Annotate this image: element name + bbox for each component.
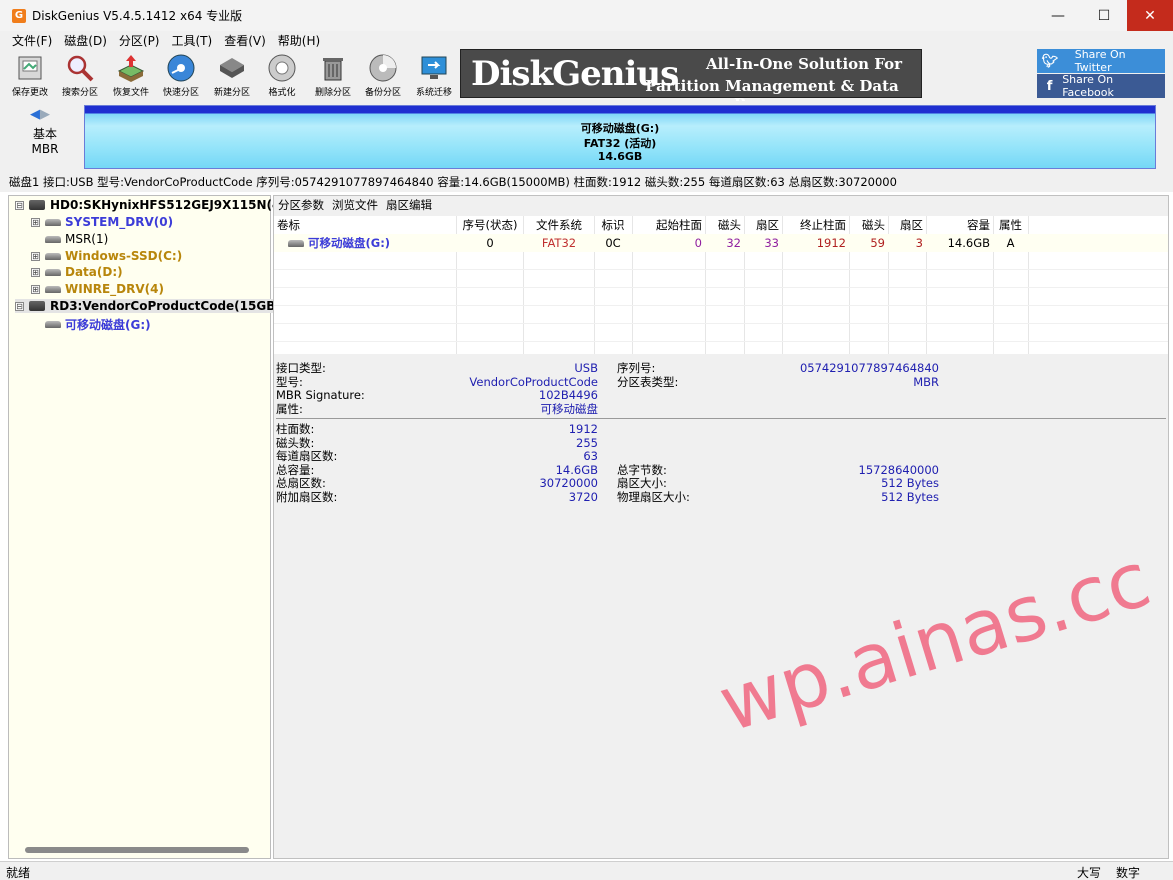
- menu-view[interactable]: 查看(V): [218, 32, 272, 49]
- collapse-icon[interactable]: ⊟: [15, 301, 24, 311]
- partition-icon: [45, 268, 61, 276]
- maximize-button[interactable]: ☐: [1081, 0, 1127, 31]
- col-capacity[interactable]: 容量: [928, 216, 990, 234]
- delete-partition-button[interactable]: 删除分区: [308, 49, 358, 99]
- recover-icon: [117, 55, 145, 82]
- migrate-icon: [421, 56, 447, 79]
- col-start-cyl[interactable]: 起始柱面: [634, 216, 702, 234]
- table-header-row: 卷标 序号(状态) 文件系统 标识 起始柱面 磁头 扇区 终止柱面 磁头 扇区 …: [274, 216, 1168, 234]
- search-partition-button[interactable]: 搜索分区: [55, 49, 105, 99]
- col-id[interactable]: 标识: [596, 216, 630, 234]
- window-title: DiskGenius V5.4.5.1412 x64 专业版: [32, 9, 243, 23]
- save-changes-button[interactable]: 保存更改: [5, 49, 55, 99]
- title-bar: G DiskGenius V5.4.5.1412 x64 专业版 — ☐ ✕: [0, 0, 1173, 31]
- menu-help[interactable]: 帮助(H): [272, 32, 326, 49]
- share-twitter-button[interactable]: 🐦︎ Share On Twitter: [1037, 48, 1165, 74]
- partition-icon: [45, 285, 61, 293]
- col-volume-label[interactable]: 卷标: [277, 216, 300, 234]
- menu-disk[interactable]: 磁盘(D): [58, 32, 113, 49]
- tree-item-windows-ssd[interactable]: ⊞ Windows-SSD(C:): [31, 249, 182, 263]
- col-end-cyl[interactable]: 终止柱面: [784, 216, 846, 234]
- format-button[interactable]: 格式化: [257, 49, 307, 99]
- col-end-sector[interactable]: 扇区: [890, 216, 923, 234]
- expand-icon[interactable]: ⊞: [31, 267, 40, 277]
- tree-horizontal-scrollbar[interactable]: [25, 847, 249, 853]
- backup-icon: [369, 54, 397, 82]
- partition-block-name: 可移动磁盘(G:): [580, 122, 660, 135]
- new-partition-icon: [220, 58, 244, 78]
- tree-item-winre-drv[interactable]: ⊞ WINRE_DRV(4): [31, 282, 164, 296]
- format-icon: [268, 54, 296, 82]
- system-migration-button[interactable]: 系统迁移: [409, 49, 459, 99]
- partition-block-g[interactable]: 可移动磁盘(G:) FAT32 (活动) 14.6GB: [84, 105, 1156, 169]
- tab-browse-files[interactable]: 浏览文件: [332, 197, 378, 213]
- toolbar: 保存更改 搜索分区 恢复文件 快速分区 新建分区 格式化 删除分区 备份分区 系…: [0, 48, 1173, 113]
- share-twitter-label: Share On Twitter: [1074, 48, 1126, 74]
- tree-item-rd3[interactable]: ⊟ RD3:VendorCoProductCode(15GB): [15, 299, 281, 313]
- col-index[interactable]: 序号(状态): [460, 216, 520, 234]
- col-end-head[interactable]: 磁头: [851, 216, 885, 234]
- minimize-button[interactable]: —: [1035, 0, 1081, 31]
- disk-map-bar: ◀▶ 基本 MBR 可移动磁盘(G:) FAT32 (活动) 14.6GB: [0, 101, 1173, 172]
- tab-sector-edit[interactable]: 扇区编辑: [386, 197, 432, 213]
- tab-partition-params[interactable]: 分区参数: [278, 197, 324, 213]
- tree-item-data[interactable]: ⊞ Data(D:): [31, 265, 123, 279]
- quick-partition-icon: [167, 54, 195, 82]
- delete-icon: [323, 58, 343, 81]
- menu-file[interactable]: 文件(F): [6, 32, 58, 49]
- details-divider: [276, 418, 1166, 419]
- search-icon: [67, 55, 94, 82]
- prev-disk-icon[interactable]: ◀: [30, 107, 40, 122]
- backup-partition-button[interactable]: 备份分区: [358, 49, 408, 99]
- col-attributes[interactable]: 属性: [995, 216, 1026, 234]
- partition-icon: [288, 239, 304, 247]
- disk-info-line: 磁盘1 接口:USB 型号:VendorCoProductCode 序列号:05…: [0, 172, 1173, 192]
- partition-block-size: 14.6GB: [597, 150, 643, 163]
- next-disk-icon[interactable]: ▶: [40, 107, 50, 122]
- status-bar: 就绪 大写 数字: [0, 861, 1173, 880]
- expand-icon[interactable]: ⊞: [31, 251, 40, 261]
- hard-disk-icon: [29, 200, 45, 210]
- status-text: 就绪: [6, 866, 31, 880]
- usb-disk-icon: [29, 301, 45, 311]
- tree-item-removable-g[interactable]: 可移动磁盘(G:): [45, 316, 151, 333]
- tree-item-system-drv[interactable]: ⊞ SYSTEM_DRV(0): [31, 215, 173, 229]
- tab-strip: 分区参数 浏览文件 扇区编辑: [274, 196, 1168, 214]
- close-button[interactable]: ✕: [1127, 0, 1173, 31]
- expand-icon[interactable]: ⊞: [31, 217, 40, 227]
- col-filesystem[interactable]: 文件系统: [527, 216, 591, 234]
- product-banner[interactable]: DiskGenius All-In-One Solution For Parti…: [460, 49, 922, 113]
- app-icon: G: [12, 8, 26, 23]
- new-partition-button[interactable]: 新建分区: [207, 49, 257, 99]
- disk-mode-label: 基本 MBR: [31, 127, 59, 156]
- menu-bar: 文件(F) 磁盘(D) 分区(P) 工具(T) 查看(V) 帮助(H): [0, 31, 1173, 49]
- partition-table: 卷标 序号(状态) 文件系统 标识 起始柱面 磁头 扇区 终止柱面 磁头 扇区 …: [274, 216, 1168, 354]
- quick-partition-button[interactable]: 快速分区: [156, 49, 206, 99]
- tree-item-msr[interactable]: MSR(1): [45, 232, 108, 246]
- caps-indicator: 大写: [1077, 866, 1102, 880]
- details-panel: 分区参数 浏览文件 扇区编辑 卷标 序号(状态) 文件系统 标识 起始柱面 磁头…: [273, 195, 1169, 859]
- share-facebook-button[interactable]: f Share On Facebook: [1037, 73, 1165, 99]
- partition-block-fs: FAT32 (活动): [583, 137, 657, 150]
- table-row[interactable]: 可移动磁盘(G:) 0 FAT32 0C 0 32 33 1912 59 3 1…: [274, 234, 1168, 252]
- expand-icon[interactable]: ⊞: [31, 284, 40, 294]
- num-indicator: 数字: [1116, 866, 1141, 880]
- partition-icon: [45, 218, 61, 226]
- recover-files-button[interactable]: 恢复文件: [106, 49, 156, 99]
- twitter-icon: 🐦︎: [1041, 53, 1059, 69]
- partition-icon: [45, 235, 61, 243]
- menu-partition[interactable]: 分区(P): [113, 32, 166, 49]
- disk-tree: ⊟ HD0:SKHynixHFS512GEJ9X115N(477G ⊞ SYST…: [8, 195, 307, 859]
- partition-icon: [45, 252, 61, 260]
- tree-item-hd0[interactable]: ⊟ HD0:SKHynixHFS512GEJ9X115N(477G: [15, 198, 307, 212]
- col-start-sector[interactable]: 扇区: [746, 216, 779, 234]
- facebook-icon: f: [1046, 78, 1053, 94]
- collapse-icon[interactable]: ⊟: [15, 200, 24, 210]
- partition-icon: [45, 321, 61, 328]
- banner-tagline-1: All-In-One Solution For: [705, 55, 903, 73]
- share-facebook-label: Share On Facebook: [1062, 73, 1114, 99]
- menu-tools[interactable]: 工具(T): [166, 32, 219, 49]
- col-start-head[interactable]: 磁头: [707, 216, 741, 234]
- save-icon: [18, 56, 42, 80]
